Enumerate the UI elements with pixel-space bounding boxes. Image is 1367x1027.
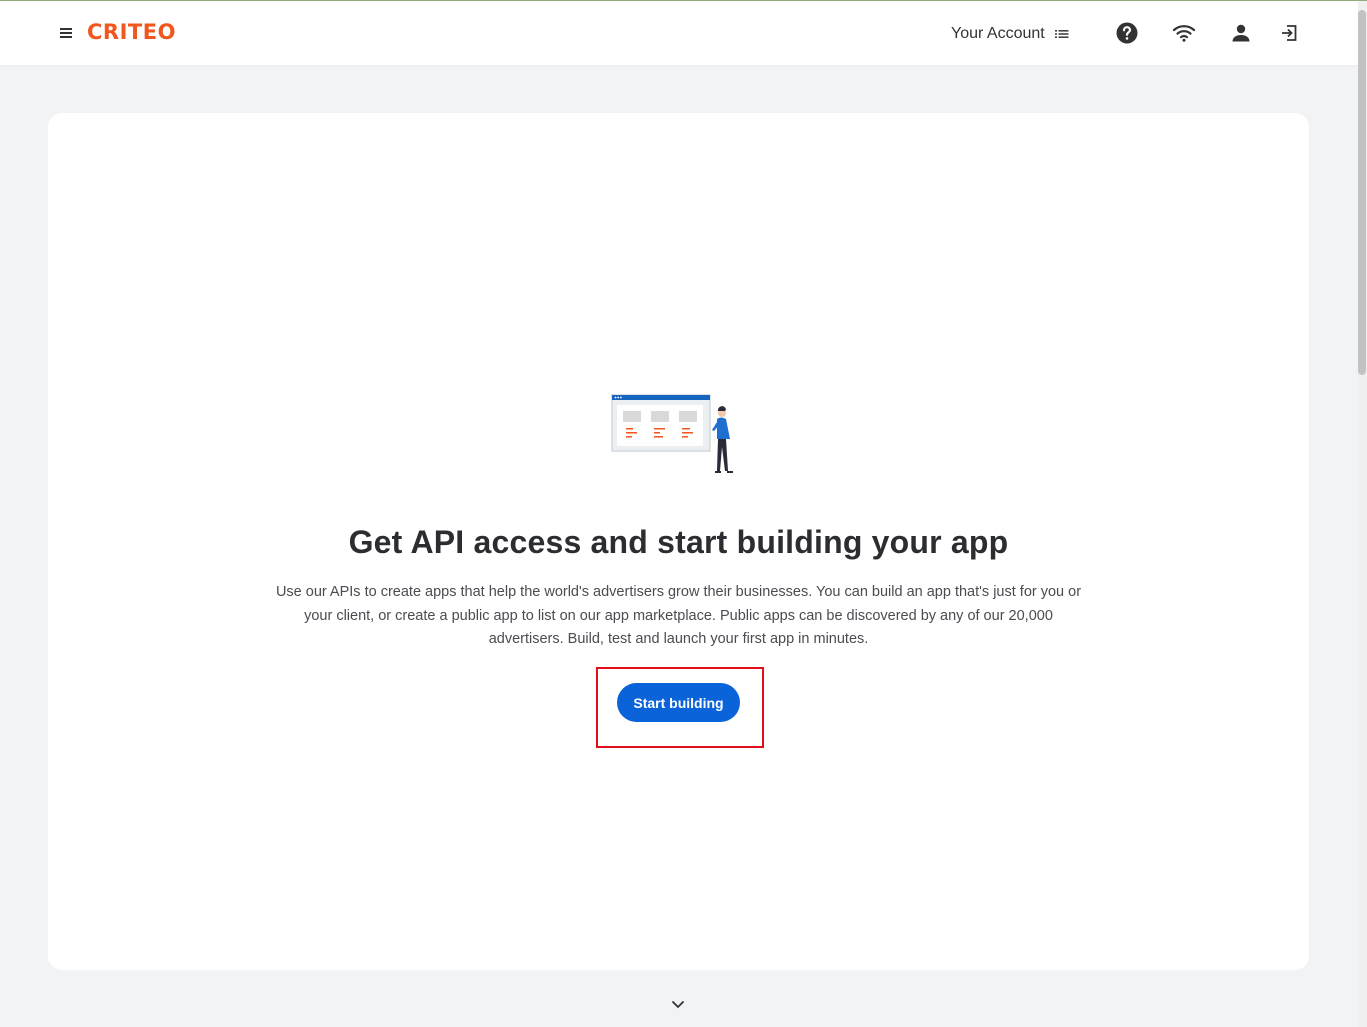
your-account-menu[interactable]: Your Account	[951, 22, 1069, 46]
help-icon[interactable]	[1115, 21, 1139, 45]
chevron-down-icon[interactable]	[670, 999, 686, 1011]
top-header: CRITEO Your Account	[0, 1, 1358, 65]
user-icon[interactable]	[1229, 21, 1253, 45]
wifi-icon[interactable]	[1172, 21, 1196, 45]
account-label: Your Account	[951, 25, 1045, 42]
logout-icon[interactable]	[1277, 21, 1301, 45]
page-title: Get API access and start building your a…	[348, 524, 1009, 560]
scrollbar-thumb[interactable]	[1358, 10, 1366, 375]
developer-illustration	[611, 394, 733, 473]
page-description: Use our APIs to create apps that help th…	[275, 584, 1082, 647]
criteo-logo[interactable]: CRITEO	[87, 20, 176, 44]
start-building-button[interactable]: Start building	[617, 683, 740, 722]
menu-icon[interactable]	[60, 26, 76, 40]
list-icon	[1054, 30, 1069, 38]
